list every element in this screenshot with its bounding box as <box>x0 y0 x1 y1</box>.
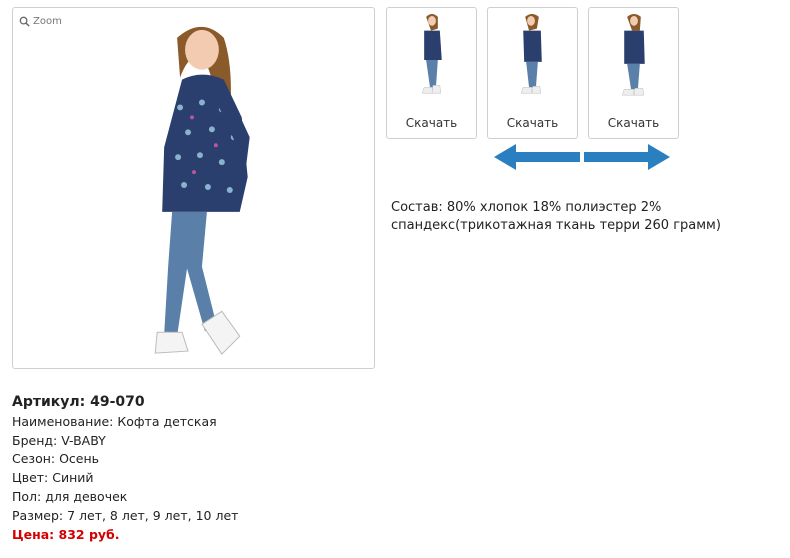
thumbnail-image-2 <box>520 13 542 94</box>
thumbnail-2[interactable]: Скачать <box>487 7 578 139</box>
product-brand: Бренд: V-BABY <box>12 432 106 448</box>
arrow-right-icon[interactable] <box>584 144 670 170</box>
product-season: Сезон: Осень <box>12 451 100 467</box>
thumbnail-image-3 <box>621 13 645 96</box>
product-price: Цена: 832 руб. <box>12 526 120 542</box>
zoom-control[interactable]: Zoom <box>19 16 62 27</box>
zoom-label: Zoom <box>33 16 62 27</box>
girl-figure-main <box>154 26 250 355</box>
composition-text: Состав: 80% хлопок 18% полиэстер 2% спан… <box>391 200 721 233</box>
download-link-2[interactable]: Скачать <box>488 116 577 130</box>
download-link-3[interactable]: Скачать <box>589 116 678 130</box>
product-info: Артикул: 49-070 Наименование: Кофта детс… <box>12 393 238 544</box>
product-gender: Пол: для девочек <box>12 488 128 504</box>
arrow-left-icon[interactable] <box>494 144 580 170</box>
product-name: Наименование: Кофта детская <box>12 413 217 429</box>
product-color: Цвет: Синий <box>12 470 94 486</box>
thumbnail-3[interactable]: Скачать <box>588 7 679 139</box>
magnifier-icon <box>19 16 30 27</box>
thumbnail-image-1 <box>421 13 442 94</box>
thumbnail-1[interactable]: Скачать <box>386 7 477 139</box>
product-sku: Артикул: 49-070 <box>12 394 145 410</box>
main-product-image[interactable]: Zoom <box>12 7 375 369</box>
gallery-arrows <box>494 144 670 170</box>
product-sizes: Размер: 7 лет, 8 лет, 9 лет, 10 лет <box>12 507 239 523</box>
download-link-1[interactable]: Скачать <box>387 116 476 130</box>
